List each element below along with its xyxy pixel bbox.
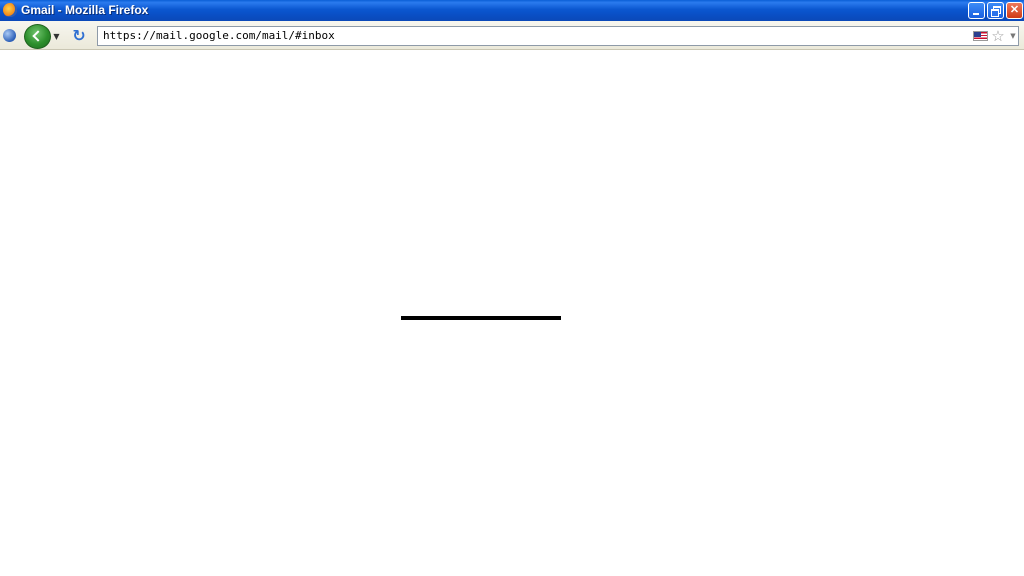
restore-button[interactable] [987, 2, 1004, 19]
page-content [0, 50, 1024, 576]
url-dropdown-button[interactable]: ▼ [1008, 28, 1018, 44]
back-button[interactable] [24, 24, 51, 49]
site-identity-icon[interactable] [3, 29, 16, 42]
address-bar[interactable]: https://mail.google.com/mail/#inbox ☆ ▼ [97, 26, 1019, 46]
firefox-icon[interactable] [3, 3, 17, 17]
reload-icon: ↻ [72, 26, 86, 45]
close-button[interactable]: ✕ [1006, 2, 1023, 19]
url-text[interactable]: https://mail.google.com/mail/#inbox [103, 29, 335, 42]
history-dropdown-button[interactable]: ▼ [51, 29, 62, 45]
bookmark-star-icon[interactable]: ☆ [990, 27, 1006, 45]
window-title: Gmail - Mozilla Firefox [21, 3, 149, 17]
back-arrow-icon [32, 30, 44, 42]
chevron-down-icon: ▼ [53, 32, 60, 41]
navigation-toolbar: ▼ ↻ https://mail.google.com/mail/#inbox … [0, 21, 1024, 50]
loading-bar [401, 316, 561, 320]
minimize-button[interactable] [968, 2, 985, 19]
window-title-bar: Gmail - Mozilla Firefox ✕ [0, 0, 1024, 21]
us-flag-icon[interactable] [973, 31, 988, 41]
reload-button[interactable]: ↻ [70, 27, 88, 45]
